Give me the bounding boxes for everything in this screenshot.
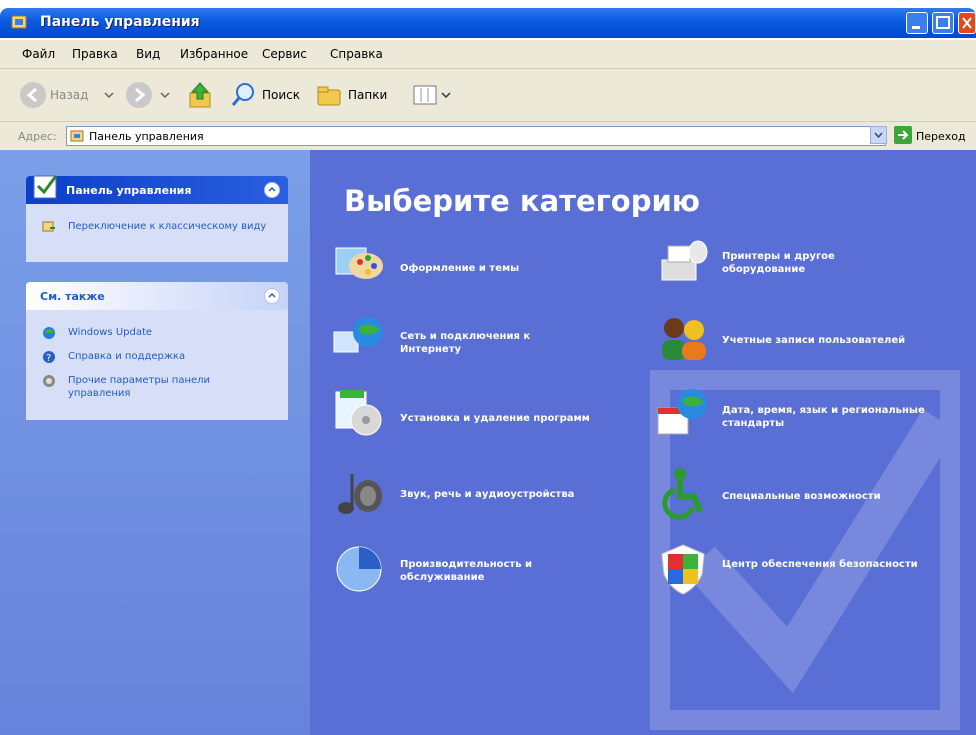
folders-icon[interactable] [316,82,344,108]
collapse-button[interactable] [264,288,280,304]
back-button[interactable] [20,82,46,108]
maximize-icon [936,16,950,29]
menu-view[interactable]: Вид [136,47,160,61]
users-icon[interactable] [656,312,710,366]
see-also-section: См. также Windows Update ? Справка и под… [26,282,288,420]
date-time-icon[interactable] [656,386,710,440]
menu-tools[interactable]: Сервис [262,47,307,61]
security-shield-icon[interactable] [656,542,710,596]
control-panel-small-icon [70,130,84,142]
windows-update-icon [43,327,55,339]
maximize-button[interactable] [932,12,954,34]
see-also-section-title: См. также [40,290,105,303]
category-add-remove-programs[interactable]: Установка и удаление программ [400,412,650,425]
category-date-time-language[interactable]: Дата, время, язык и региональные стандар… [722,404,942,430]
minimize-icon [912,26,920,29]
switch-to-classic-view-link[interactable]: Переключение к классическому виду [68,220,268,233]
title-bar: Панель управления [0,8,976,38]
toolbar: Назад Поиск Папки [0,69,976,122]
search-icon[interactable] [230,81,258,109]
menu-edit[interactable]: Правка [72,47,118,61]
appearance-icon[interactable] [332,238,386,292]
category-printers[interactable]: Принтеры и другое оборудование [722,250,902,276]
forward-arrow-icon [135,87,146,103]
add-remove-programs-icon[interactable] [332,386,386,440]
go-button[interactable] [894,126,912,144]
menu-help[interactable]: Справка [330,47,383,61]
address-bar: Адрес: Панель управления [0,122,976,150]
performance-icon[interactable] [332,542,386,596]
see-also-section-header[interactable]: См. также [26,282,288,310]
svg-text:?: ? [46,353,51,364]
back-label: Назад [50,88,89,102]
help-support-link[interactable]: Справка и поддержка [68,350,185,363]
address-label: Адрес: [18,130,57,143]
up-folder-button[interactable] [186,81,214,109]
control-panel-section-title: Панель управления [66,184,192,197]
category-user-accounts[interactable]: Учетные записи пользователей [722,334,972,347]
chevron-up-icon [268,292,276,298]
minimize-button[interactable] [906,12,928,34]
menu-bar: Файл Правка Вид Избранное Сервис Справка [0,40,976,103]
chevron-down-icon [874,132,883,139]
folders-label[interactable]: Папки [348,88,387,102]
back-dropdown-icon[interactable] [104,91,114,99]
sound-icon[interactable] [332,466,386,520]
views-button[interactable] [412,83,456,107]
category-pane: Выберите категорию Оформление и темы Сет… [310,150,976,735]
close-icon [962,17,972,29]
search-label[interactable]: Поиск [262,88,300,102]
control-panel-section: Панель управления Переключение к классич… [26,175,288,262]
help-support-icon: ? [43,351,55,364]
collapse-button[interactable] [264,182,280,198]
category-security-center[interactable]: Центр обеспечения безопасности [722,558,922,571]
task-pane: Панель управления Переключение к классич… [0,150,310,735]
category-accessibility[interactable]: Специальные возможности [722,490,952,503]
chevron-up-icon [268,186,276,192]
network-icon[interactable] [332,312,386,366]
category-network[interactable]: Сеть и подключения к Интернету [400,330,590,356]
category-sound[interactable]: Звук, речь и аудиоустройства [400,488,650,501]
printer-icon[interactable] [656,238,710,292]
accessibility-icon[interactable] [656,466,710,520]
page-heading: Выберите категорию [344,184,700,218]
other-control-panel-options-link[interactable]: Прочие параметры панели управления [68,374,268,400]
address-value: Панель управления [89,130,204,143]
menu-favorites[interactable]: Избранное [180,47,248,61]
control-panel-section-header[interactable]: Панель управления [26,175,288,204]
window-title: Панель управления [40,14,200,30]
go-arrow-icon [898,130,909,140]
control-panel-checkmark-icon [33,175,58,199]
menu-file[interactable]: Файл [22,47,55,61]
category-appearance[interactable]: Оформление и темы [400,262,620,275]
address-dropdown-button[interactable] [870,126,887,144]
classic-view-icon [42,221,55,232]
address-field[interactable]: Панель управления [66,126,886,146]
close-button[interactable] [958,12,976,34]
forward-button[interactable] [126,82,152,108]
category-performance[interactable]: Производительность и обслуживание [400,558,590,584]
back-arrow-icon [26,87,37,103]
other-options-icon [43,375,55,387]
go-label[interactable]: Переход [916,130,966,143]
forward-dropdown-icon[interactable] [160,91,170,99]
windows-update-link[interactable]: Windows Update [68,326,152,339]
control-panel-icon [11,15,27,29]
